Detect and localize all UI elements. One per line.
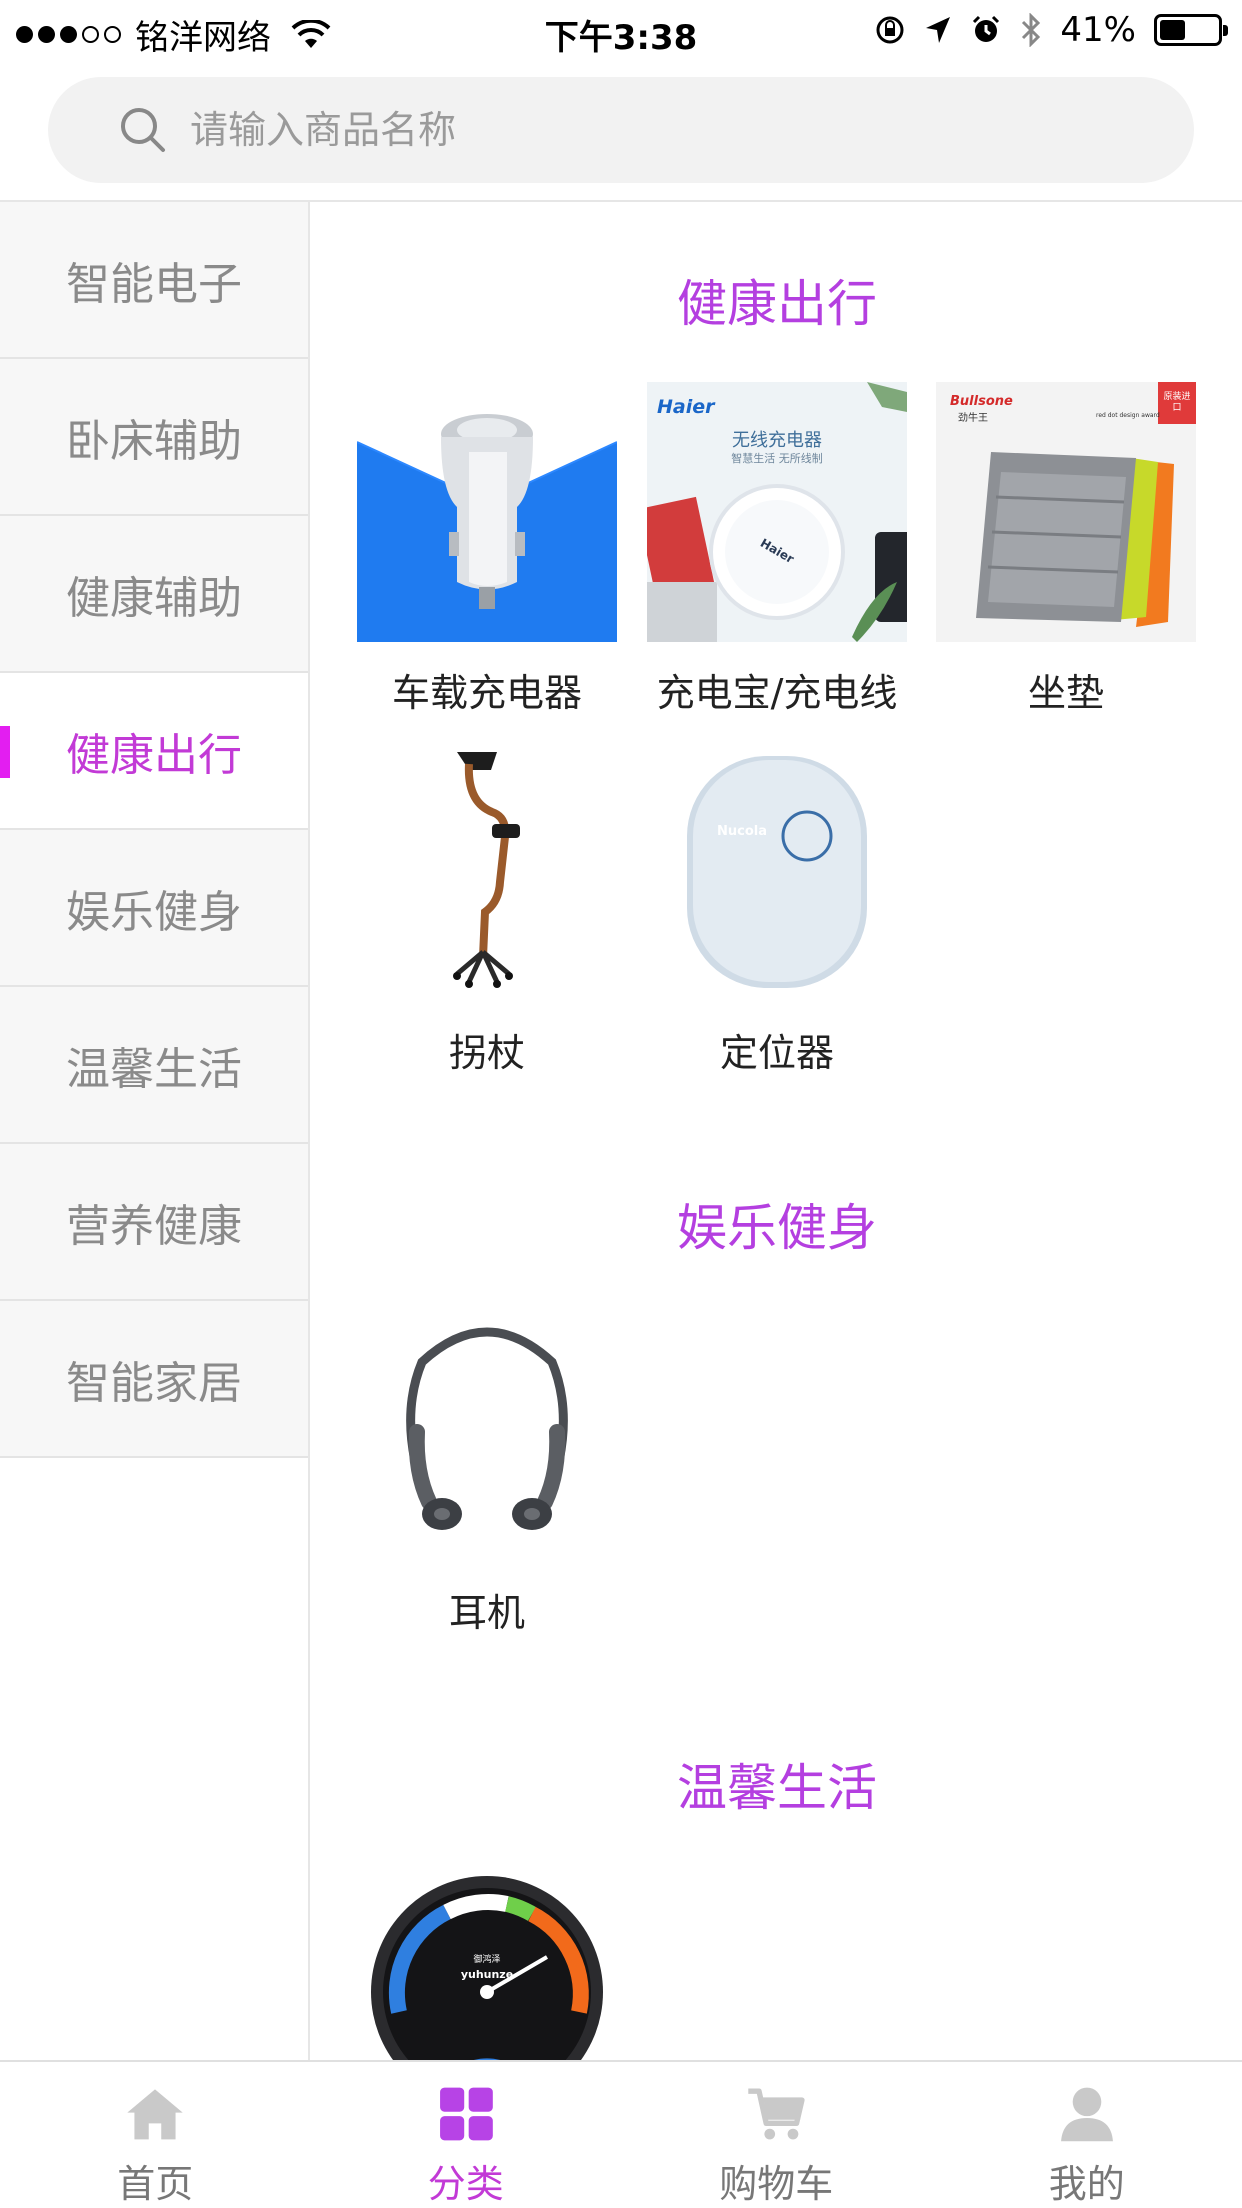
user-icon <box>1060 2087 1113 2142</box>
status-bar: 铭洋网络 下午3:38 41% <box>0 0 1242 62</box>
tab-label: 分类 <box>427 2162 504 2206</box>
product-walking-cane[interactable]: 拐杖 <box>357 742 617 1077</box>
section-title-entertainment-fitness: 娱乐健身 <box>677 1199 877 1257</box>
sidebar-item-label: 健康出行 <box>66 729 242 781</box>
import-badge: 原装进口 <box>1163 392 1191 413</box>
sidebar-item-health-aids[interactable]: 健康辅助 <box>0 516 308 673</box>
product-power-bank[interactable]: Haier 无线充电器 智慧生活 无所线制 Haier 充电宝/充电线 <box>647 382 907 717</box>
sidebar-item-label: 智能家居 <box>66 1357 242 1409</box>
product-name: 坐垫 <box>1027 671 1104 715</box>
sidebar-item-smart-home[interactable]: 智能家居 <box>0 1301 308 1458</box>
walking-cane-image <box>357 742 617 1002</box>
tab-label: 我的 <box>1048 2162 1125 2206</box>
sidebar-item-label: 营养健康 <box>66 1200 242 1252</box>
product-car-charger[interactable]: 车载充电器 <box>357 382 617 717</box>
tab-label: 购物车 <box>719 2162 834 2206</box>
product-gps-locator[interactable]: Nucola 定位器 <box>647 742 907 1077</box>
brand-logo-cn: 御鸿泽 <box>473 1955 501 1965</box>
battery-icon <box>1154 14 1228 46</box>
sidebar-item-label: 温馨生活 <box>66 1043 242 1095</box>
seat-cushion-image: Bullsone 劲牛王 red dot design award 原装进口 <box>936 382 1196 642</box>
category-icon <box>439 2087 493 2141</box>
status-right: 41% <box>874 10 1228 50</box>
home-icon <box>127 2089 183 2140</box>
tab-home[interactable]: 首页 <box>0 2062 311 2208</box>
bluetooth-icon <box>1022 13 1041 47</box>
product-content: 健康出行 车载充电器 Haier 无线充电器 智慧生活 无所线制 Haier 充… <box>312 202 1242 2060</box>
alarm-icon <box>973 15 1000 42</box>
sidebar-item-warm-living[interactable]: 温馨生活 <box>0 987 308 1144</box>
headphones-image <box>357 1302 617 1562</box>
wireless-charger-image: Haier 无线充电器 智慧生活 无所线制 Haier <box>647 382 907 642</box>
award-label: red dot design award <box>1096 412 1160 419</box>
tab-profile[interactable]: 我的 <box>932 2062 1242 2208</box>
rotation-lock-icon <box>876 16 904 44</box>
sidebar-item-bed-aids[interactable]: 卧床辅助 <box>0 359 308 516</box>
sidebar-item-smart-electronics[interactable]: 智能电子 <box>0 202 308 359</box>
brand-logo: Haier <box>657 396 715 418</box>
product-headphones[interactable]: 耳机 <box>357 1302 617 1637</box>
section-title-health-travel: 健康出行 <box>677 275 877 333</box>
thermometer-image: yuhunze 御鸿泽 <box>357 1862 617 2060</box>
product-name: 充电宝/充电线 <box>656 671 898 715</box>
sidebar-item-label: 健康辅助 <box>66 572 242 624</box>
product-sub-caption: 智慧生活 无所线制 <box>731 452 823 465</box>
section-title-warm-living: 温馨生活 <box>677 1759 877 1817</box>
product-thermometer[interactable]: yuhunze 御鸿泽 <box>357 1862 617 2060</box>
sidebar-item-health-travel[interactable]: 健康出行 <box>0 673 308 830</box>
sidebar-item-label: 娱乐健身 <box>66 886 242 938</box>
search-icon <box>121 108 165 152</box>
search-bar[interactable] <box>48 77 1194 183</box>
brand-logo-cn: 劲牛王 <box>958 413 988 424</box>
tab-label: 首页 <box>117 2162 194 2206</box>
product-name: 拐杖 <box>448 1031 525 1075</box>
gps-locator-image: Nucola <box>647 742 907 1002</box>
product-name: 耳机 <box>448 1591 525 1635</box>
sidebar-item-entertainment-fitness[interactable]: 娱乐健身 <box>0 830 308 987</box>
product-caption: 无线充电器 <box>732 430 822 451</box>
sidebar-item-nutrition-health[interactable]: 营养健康 <box>0 1144 308 1301</box>
brand-logo: Bullsone <box>950 394 1013 409</box>
tab-cart[interactable]: 购物车 <box>621 2062 932 2208</box>
product-seat-cushion[interactable]: Bullsone 劲牛王 red dot design award 原装进口 坐… <box>936 382 1196 717</box>
bottom-tab-bar: 首页 分类 购物车 我的 <box>0 2060 1242 2208</box>
search-input[interactable] <box>190 77 1140 183</box>
product-name: 定位器 <box>719 1031 834 1075</box>
car-charger-image <box>357 382 617 642</box>
brand-logo: yuhunze <box>460 1968 514 1981</box>
cart-icon <box>748 2088 805 2140</box>
active-indicator <box>0 726 10 778</box>
sidebar-item-label: 卧床辅助 <box>66 415 242 467</box>
category-sidebar: 智能电子 卧床辅助 健康辅助 健康出行 娱乐健身 温馨生活 营养健康 智能家居 <box>0 202 310 2060</box>
tab-category[interactable]: 分类 <box>311 2062 622 2208</box>
location-arrow-icon <box>926 17 951 43</box>
device-brand-label: Nucola <box>717 824 768 839</box>
product-name: 车载充电器 <box>391 671 582 715</box>
sidebar-item-label: 智能电子 <box>66 258 242 310</box>
battery-percent: 41% <box>1060 10 1136 50</box>
